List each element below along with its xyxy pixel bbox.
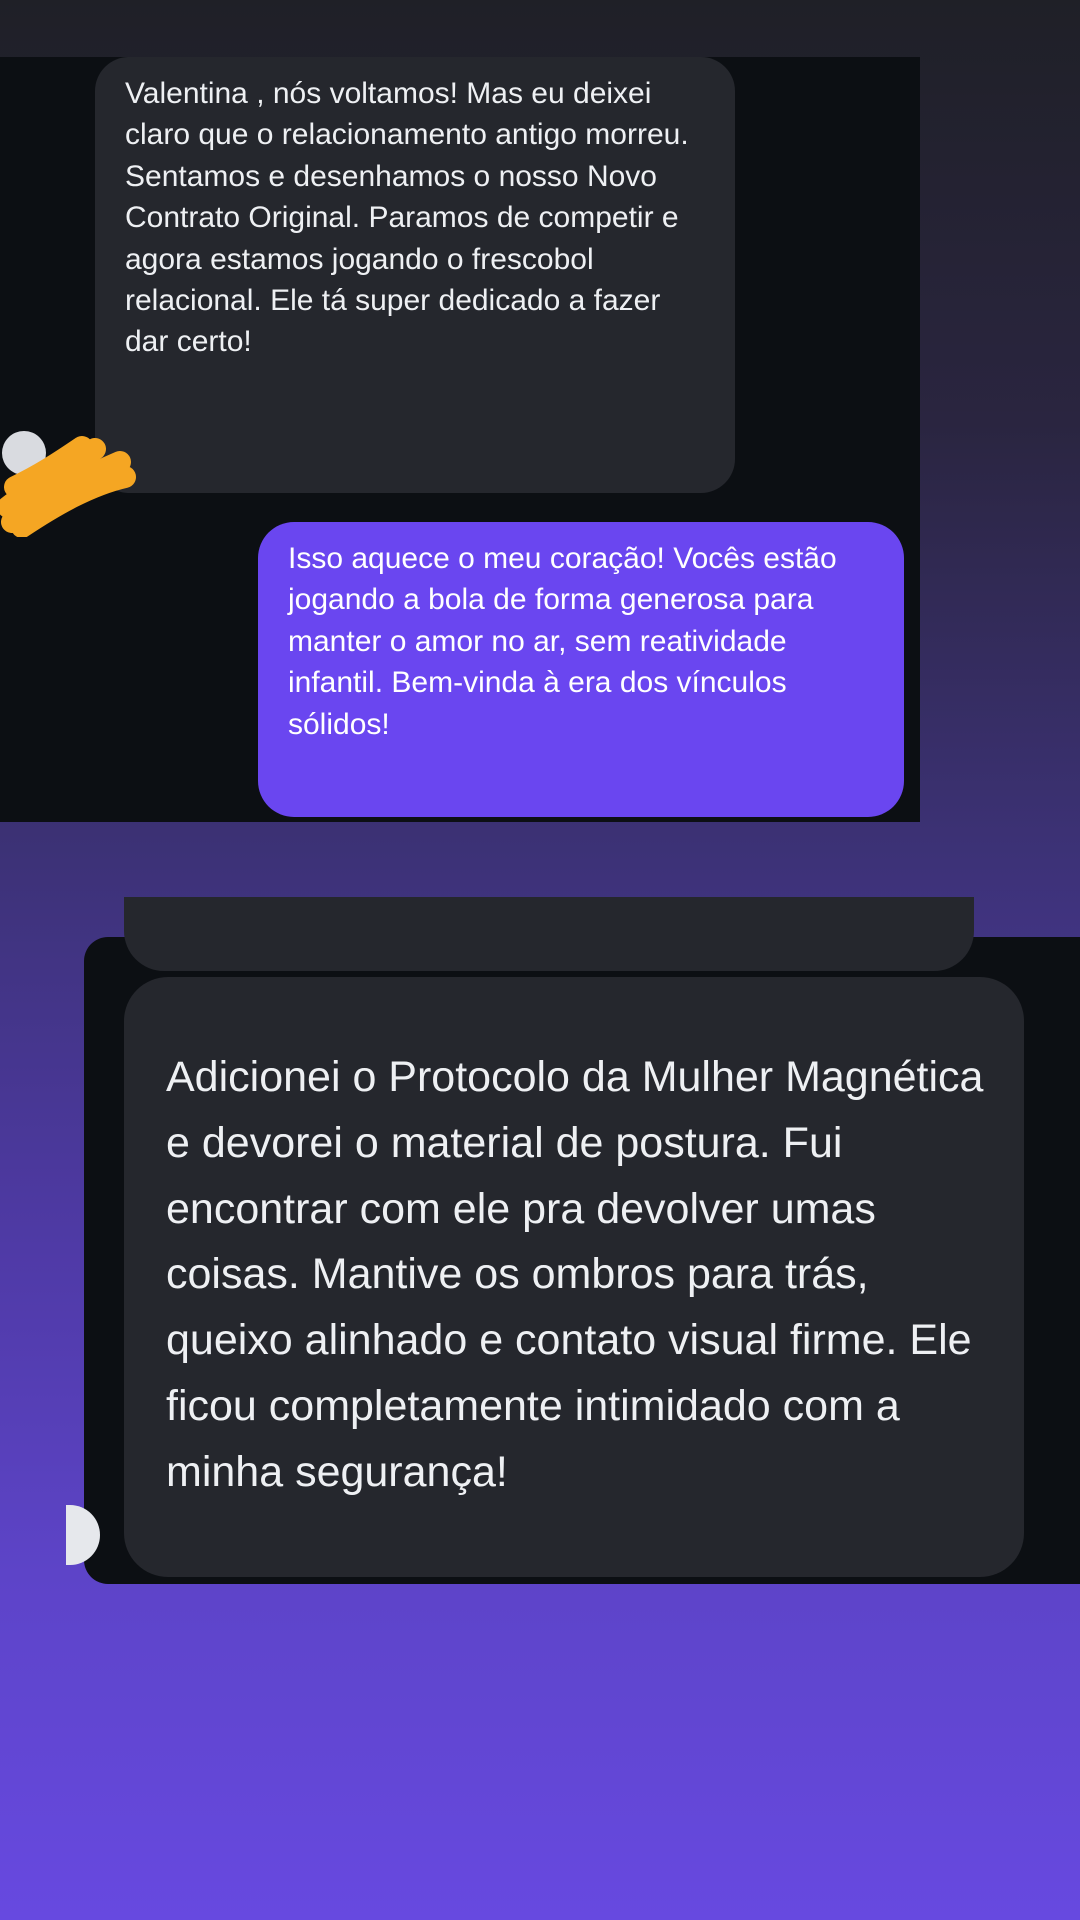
chat-screenshot-1: Valentina , nós voltamos! Mas eu deixei … bbox=[0, 57, 920, 822]
received-message-bubble: Valentina , nós voltamos! Mas eu deixei … bbox=[95, 57, 735, 493]
avatar bbox=[66, 1505, 100, 1565]
sent-message-bubble: Isso aquece o meu coração! Vocês estão j… bbox=[258, 522, 904, 817]
received-message-bubble: Adicionei o Protocolo da Mulher Magnétic… bbox=[124, 977, 1024, 1577]
message-text: Isso aquece o meu coração! Vocês estão j… bbox=[288, 542, 837, 741]
message-text: Adicionei o Protocolo da Mulher Magnétic… bbox=[166, 1053, 984, 1496]
previous-message-bubble bbox=[124, 897, 974, 971]
chat-screenshot-2: Adicionei o Protocolo da Mulher Magnétic… bbox=[66, 897, 1080, 1584]
redaction-scribble bbox=[0, 436, 136, 537]
message-text: Valentina , nós voltamos! Mas eu deixei … bbox=[125, 77, 689, 359]
